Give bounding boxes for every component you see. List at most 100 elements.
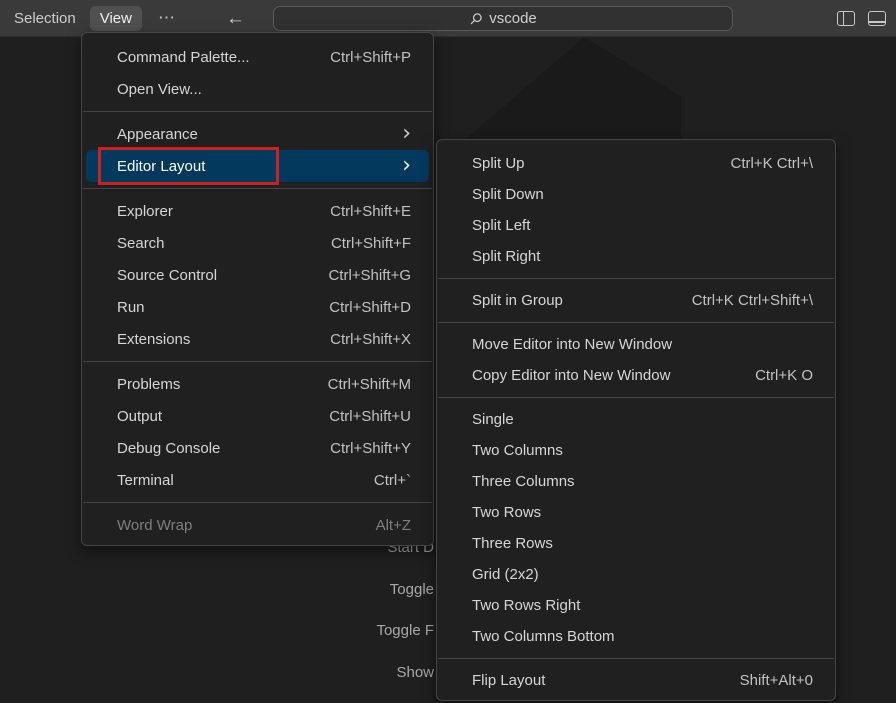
- menu-item-label: Split Down: [472, 186, 544, 203]
- menu-item-debug-console[interactable]: Debug Console Ctrl+Shift+Y: [82, 432, 433, 464]
- menu-item-shortcut: Ctrl+`: [374, 472, 411, 489]
- menu-item-label: Command Palette...: [117, 49, 250, 66]
- menu-item-label: Terminal: [117, 472, 174, 489]
- editor-layout-submenu: Split Up Ctrl+K Ctrl+\ Split Down Split …: [436, 139, 836, 701]
- menu-item-shortcut: Ctrl+Shift+F: [331, 235, 411, 252]
- titlebar-layout-controls: [837, 0, 886, 37]
- background-shortcut-label: Show: [396, 664, 434, 681]
- menu-item-shortcut: Shift+Alt+0: [740, 672, 813, 689]
- menu-item-two-rows-right[interactable]: Two Rows Right: [437, 590, 835, 621]
- menu-item-label: Two Rows: [472, 504, 541, 521]
- menu-separator: [83, 361, 432, 362]
- menu-item-shortcut: Ctrl+Shift+D: [329, 299, 411, 316]
- menu-item-label: Three Rows: [472, 535, 553, 552]
- menu-item-open-view[interactable]: Open View...: [82, 73, 433, 105]
- menu-item-output[interactable]: Output Ctrl+Shift+U: [82, 400, 433, 432]
- menu-item-three-columns[interactable]: Three Columns: [437, 466, 835, 497]
- menu-item-single[interactable]: Single: [437, 404, 835, 435]
- menu-item-two-columns-bottom[interactable]: Two Columns Bottom: [437, 621, 835, 652]
- menu-item-label: Word Wrap: [117, 517, 192, 534]
- menu-item-split-in-group[interactable]: Split in Group Ctrl+K Ctrl+Shift+\: [437, 285, 835, 316]
- menu-separator: [438, 397, 834, 398]
- view-menu: Command Palette... Ctrl+Shift+P Open Vie…: [81, 32, 434, 546]
- menu-item-label: Run: [117, 299, 145, 316]
- menu-item-label: Flip Layout: [472, 672, 545, 689]
- menu-item-split-down[interactable]: Split Down: [437, 179, 835, 210]
- menu-separator: [438, 278, 834, 279]
- submenu-chevron-icon: ›: [402, 157, 411, 175]
- menu-item-label: Search: [117, 235, 165, 252]
- menu-item-two-columns[interactable]: Two Columns: [437, 435, 835, 466]
- menu-item-label: Debug Console: [117, 440, 220, 457]
- menu-item-terminal[interactable]: Terminal Ctrl+`: [82, 464, 433, 496]
- menu-item-source-control[interactable]: Source Control Ctrl+Shift+G: [82, 259, 433, 291]
- menu-item-label: Two Columns Bottom: [472, 628, 615, 645]
- menu-item-label: Extensions: [117, 331, 190, 348]
- menu-item-label: Split Left: [472, 217, 530, 234]
- menu-separator: [83, 502, 432, 503]
- menu-item-label: Problems: [117, 376, 180, 393]
- menu-item-label: Appearance: [117, 126, 198, 143]
- menu-item-command-palette[interactable]: Command Palette... Ctrl+Shift+P: [82, 41, 433, 73]
- menu-item-shortcut: Ctrl+K Ctrl+\: [730, 155, 813, 172]
- menu-item-label: Split Up: [472, 155, 525, 172]
- menu-separator: [83, 188, 432, 189]
- menu-separator: [438, 658, 834, 659]
- menu-item-shortcut: Alt+Z: [376, 517, 411, 534]
- menu-item-shortcut: Ctrl+Shift+E: [330, 203, 411, 220]
- menu-item-move-editor-into-new-window[interactable]: Move Editor into New Window: [437, 329, 835, 360]
- search-value: vscode: [489, 10, 537, 27]
- menu-item-copy-editor-into-new-window[interactable]: Copy Editor into New Window Ctrl+K O: [437, 360, 835, 391]
- menu-separator: [83, 111, 432, 112]
- menu-item-problems[interactable]: Problems Ctrl+Shift+M: [82, 368, 433, 400]
- menu-item-three-rows[interactable]: Three Rows: [437, 528, 835, 559]
- menu-item-shortcut: Ctrl+Shift+G: [328, 267, 411, 284]
- nav-back-icon[interactable]: ←: [218, 7, 253, 30]
- menu-item-run[interactable]: Run Ctrl+Shift+D: [82, 291, 433, 323]
- menu-item-label: Source Control: [117, 267, 217, 284]
- menu-item-label: Output: [117, 408, 162, 425]
- menu-item-shortcut: Ctrl+K O: [755, 367, 813, 384]
- menu-item-label: Single: [472, 411, 514, 428]
- menu-item-grid-2x2[interactable]: Grid (2x2): [437, 559, 835, 590]
- menu-item-label: Editor Layout: [117, 158, 205, 175]
- menu-item-explorer[interactable]: Explorer Ctrl+Shift+E: [82, 195, 433, 227]
- menu-item-shortcut: Ctrl+Shift+X: [330, 331, 411, 348]
- menu-item-appearance[interactable]: Appearance ›: [82, 118, 433, 150]
- menu-item-label: Split Right: [472, 248, 540, 265]
- menu-item-split-right[interactable]: Split Right: [437, 241, 835, 272]
- toggle-panel-icon[interactable]: [868, 11, 886, 26]
- menu-item-shortcut: Ctrl+K Ctrl+Shift+\: [692, 292, 813, 309]
- menu-item-shortcut: Ctrl+Shift+Y: [330, 440, 411, 457]
- background-shortcut-label: Toggle F: [376, 622, 434, 639]
- menu-item-word-wrap[interactable]: Word Wrap Alt+Z: [82, 509, 433, 541]
- menu-item-label: Two Columns: [472, 442, 563, 459]
- menu-item-label: Split in Group: [472, 292, 563, 309]
- menubar-item-view[interactable]: View: [90, 6, 142, 31]
- menu-item-extensions[interactable]: Extensions Ctrl+Shift+X: [82, 323, 433, 355]
- menu-item-split-up[interactable]: Split Up Ctrl+K Ctrl+\: [437, 148, 835, 179]
- menu-separator: [438, 322, 834, 323]
- toggle-sidebar-icon[interactable]: [837, 11, 855, 26]
- command-center-search[interactable]: vscode: [273, 6, 733, 31]
- menubar-item-selection[interactable]: Selection: [4, 6, 86, 31]
- search-icon: [469, 12, 483, 26]
- menu-item-shortcut: Ctrl+Shift+M: [328, 376, 411, 393]
- menu-item-label: Move Editor into New Window: [472, 336, 672, 353]
- menu-item-label: Three Columns: [472, 473, 575, 490]
- menu-item-two-rows[interactable]: Two Rows: [437, 497, 835, 528]
- menu-item-shortcut: Ctrl+Shift+U: [329, 408, 411, 425]
- menu-item-label: Two Rows Right: [472, 597, 580, 614]
- menu-item-search[interactable]: Search Ctrl+Shift+F: [82, 227, 433, 259]
- menu-item-label: Explorer: [117, 203, 173, 220]
- menu-item-split-left[interactable]: Split Left: [437, 210, 835, 241]
- menu-item-label: Grid (2x2): [472, 566, 539, 583]
- menu-item-flip-layout[interactable]: Flip Layout Shift+Alt+0: [437, 665, 835, 696]
- menu-item-shortcut: Ctrl+Shift+P: [330, 49, 411, 66]
- menu-item-label: Copy Editor into New Window: [472, 367, 670, 384]
- background-shortcut-label: Toggle: [390, 581, 434, 598]
- menu-item-label: Open View...: [117, 81, 202, 98]
- menubar-more-icon[interactable]: ⋯: [148, 4, 186, 32]
- menu-item-editor-layout[interactable]: Editor Layout ›: [86, 150, 429, 182]
- submenu-chevron-icon: ›: [402, 125, 411, 143]
